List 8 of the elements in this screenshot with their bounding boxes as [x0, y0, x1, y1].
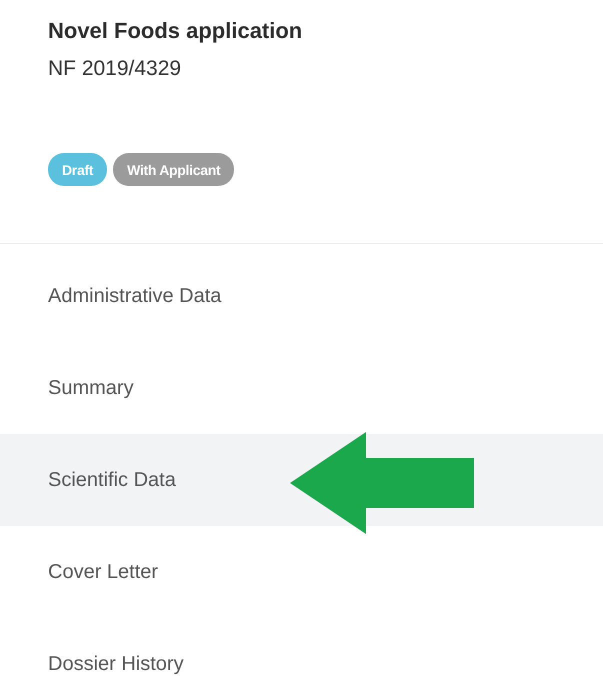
menu-item[interactable]: Summary [0, 342, 603, 434]
status-badge: With Applicant [113, 153, 234, 186]
application-title: Novel Foods application [48, 17, 304, 45]
application-reference: NF 2019/4329 [48, 56, 182, 82]
menu-item[interactable]: Dossier History [0, 618, 603, 686]
menu-item[interactable]: Cover Letter [0, 526, 603, 618]
status-badge: Draft [48, 153, 108, 186]
menu-item[interactable]: Administrative Data [0, 250, 603, 342]
